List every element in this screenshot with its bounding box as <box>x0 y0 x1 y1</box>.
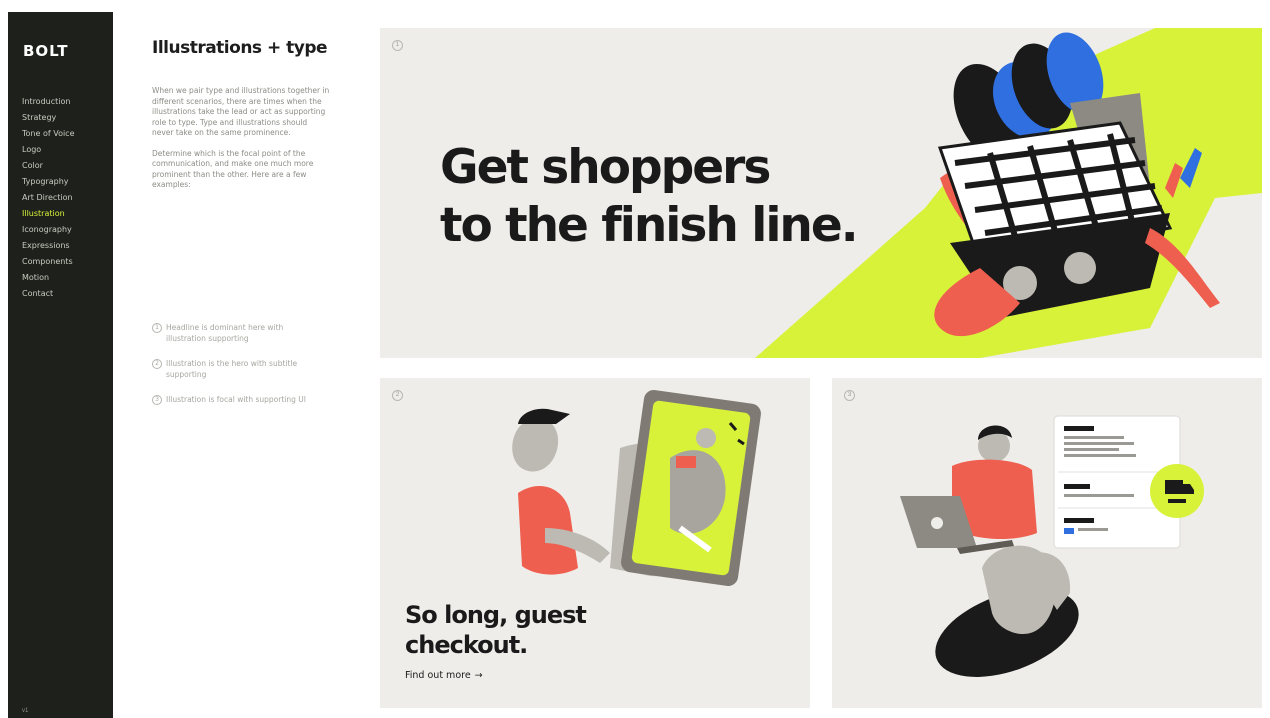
example-number: 2 <box>152 359 162 369</box>
sidebar-item-components[interactable]: Components <box>22 254 75 270</box>
sidebar-item-tone-of-voice[interactable]: Tone of Voice <box>22 126 75 142</box>
examples-list: 1 Headline is dominant here with illustr… <box>152 322 322 419</box>
hero-headline: to the finish line. <box>440 198 859 253</box>
sidebar-item-typography[interactable]: Typography <box>22 174 75 190</box>
laptop-delivery-illustration <box>900 415 1204 677</box>
sidebar-item-iconography[interactable]: Iconography <box>22 222 75 238</box>
section-intro: Illustrations + type When we pair type a… <box>152 38 330 191</box>
sidebar-item-motion[interactable]: Motion <box>22 270 75 286</box>
example-badge: 2 <box>392 390 403 401</box>
find-out-more-link[interactable]: Find out more → <box>405 670 483 681</box>
hero-card: 1 Get shoppers to the finish line. <box>380 28 1262 358</box>
sidebar-item-contact[interactable]: Contact <box>22 286 75 302</box>
example-item: 3 Illustration is focal with supporting … <box>152 394 322 405</box>
example-badge: 3 <box>844 390 855 401</box>
sidebar-item-art-direction[interactable]: Art Direction <box>22 190 75 206</box>
sidebar: BOLT Introduction Strategy Tone of Voice… <box>8 12 113 718</box>
card-headline: checkout. <box>405 631 528 659</box>
example-text: Illustration is focal with supporting UI <box>166 395 306 404</box>
page-title: Illustrations + type <box>152 38 328 58</box>
sidebar-item-expressions[interactable]: Expressions <box>22 238 75 254</box>
bolt-logo[interactable]: BOLT <box>23 42 69 60</box>
example-item: 1 Headline is dominant here with illustr… <box>152 322 322 344</box>
arrow-right-icon: → <box>474 670 483 681</box>
delivery-card: 3 <box>832 378 1262 708</box>
sidebar-item-strategy[interactable]: Strategy <box>22 110 75 126</box>
link-label: Find out more <box>405 670 471 681</box>
example-text: Illustration is the hero with subtitle s… <box>166 359 298 379</box>
sidebar-item-logo[interactable]: Logo <box>22 142 75 158</box>
sidebar-footer: v1 <box>22 708 29 714</box>
sidebar-item-color[interactable]: Color <box>22 158 75 174</box>
example-text: Headline is dominant here with illustrat… <box>166 323 284 343</box>
example-item: 2 Illustration is the hero with subtitle… <box>152 358 322 380</box>
intro-paragraph: Determine which is the focal point of th… <box>152 148 314 190</box>
sidebar-item-introduction[interactable]: Introduction <box>22 94 75 110</box>
hero-headline: Get shoppers <box>440 140 771 195</box>
intro-paragraph: When we pair type and illustrations toge… <box>152 86 330 137</box>
card-headline: So long, guest <box>405 601 587 629</box>
example-number: 1 <box>152 323 162 333</box>
sidebar-nav: Introduction Strategy Tone of Voice Logo… <box>22 94 75 302</box>
sidebar-item-illustration[interactable]: Illustration <box>22 206 75 222</box>
example-badge: 1 <box>392 40 403 51</box>
example-number: 3 <box>152 395 162 405</box>
checkout-card: 2 So long, guest checkout. Find out more… <box>380 378 810 708</box>
